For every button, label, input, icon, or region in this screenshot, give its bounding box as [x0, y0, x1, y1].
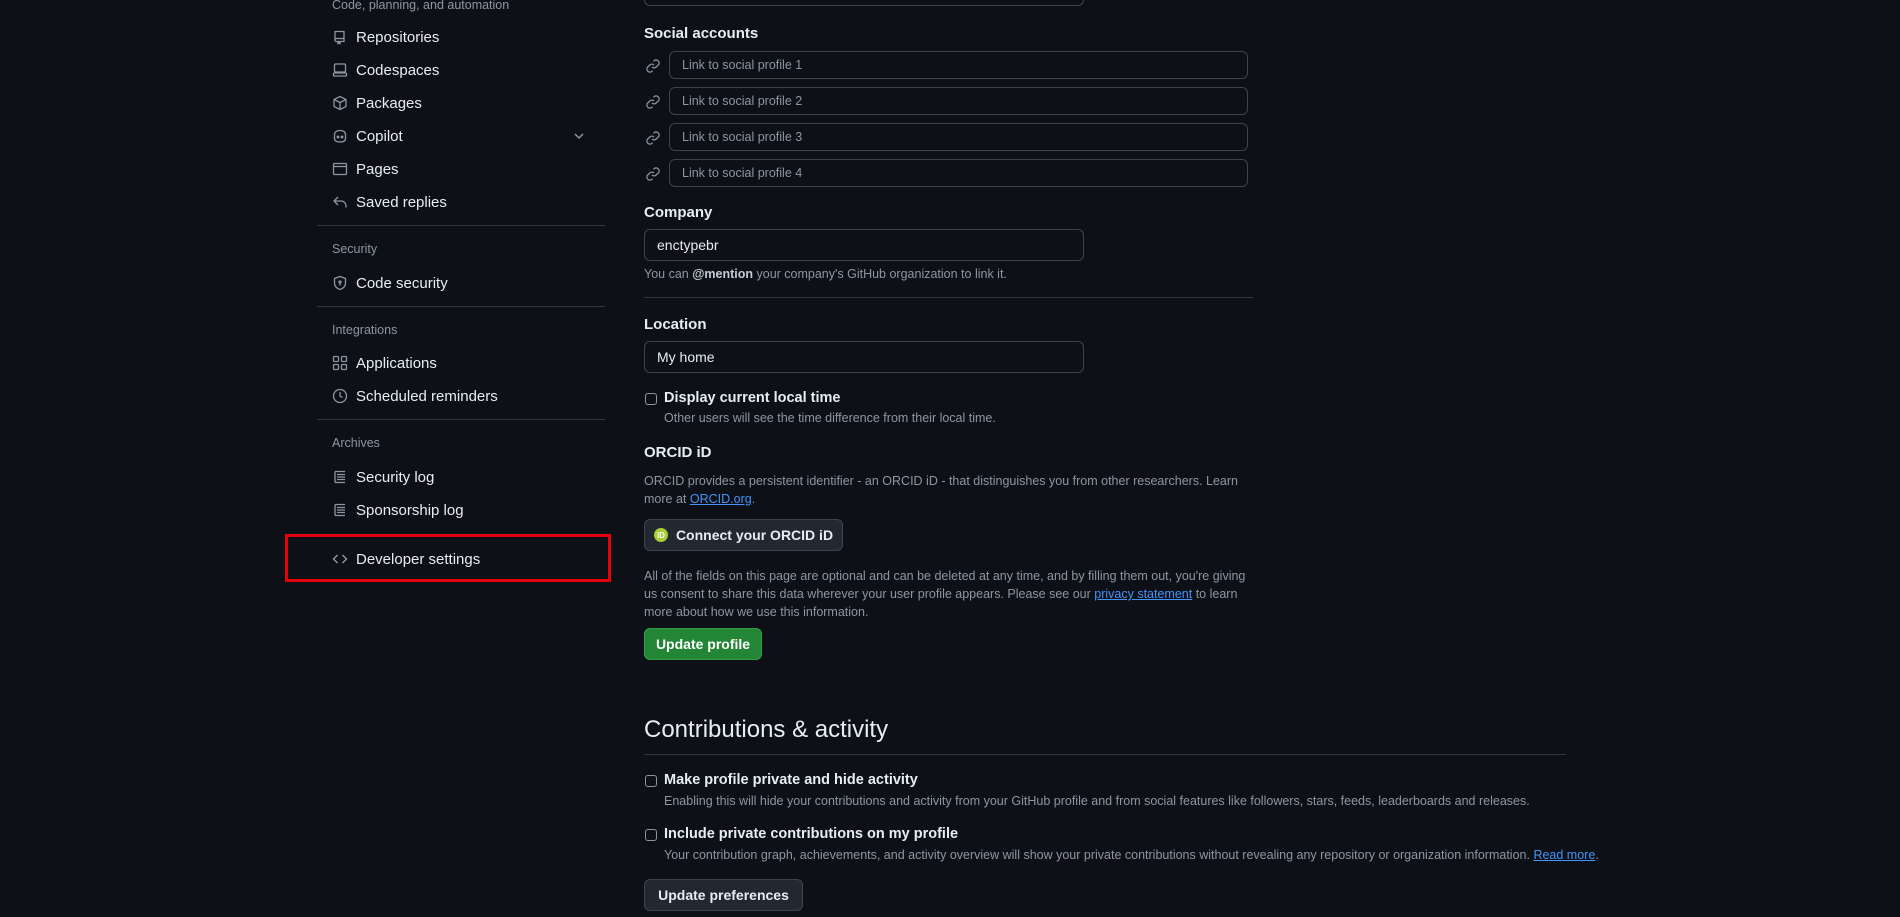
- include-private-label: Include private contributions on my prof…: [664, 826, 959, 842]
- browser-icon: [332, 162, 348, 176]
- company-input[interactable]: [644, 229, 1084, 261]
- clock-icon: [332, 388, 348, 404]
- sidebar-item-label: Pages: [356, 160, 399, 178]
- privacy-statement-link[interactable]: privacy statement: [1094, 587, 1192, 601]
- read-more-link[interactable]: Read more: [1533, 848, 1595, 862]
- sidebar-item-codespaces[interactable]: Codespaces: [317, 55, 605, 85]
- sidebar-item-label: Applications: [356, 354, 437, 372]
- orcid-icon: iD: [653, 528, 668, 542]
- sidebar-item-code-security[interactable]: Code security: [317, 268, 605, 298]
- social-profile-2-input[interactable]: [669, 87, 1248, 115]
- sidebar-divider: [317, 306, 605, 307]
- social-profile-4-input[interactable]: [669, 159, 1248, 187]
- sidebar-item-label: Sponsorship log: [356, 501, 464, 519]
- section-divider: [644, 754, 1566, 755]
- sidebar-item-label: Security log: [356, 468, 435, 486]
- private-profile-checkbox[interactable]: [645, 775, 657, 787]
- sidebar-item-copilot[interactable]: Copilot: [317, 121, 605, 151]
- sidebar-item-repositories[interactable]: Repositories: [317, 22, 605, 52]
- sidebar-item-applications[interactable]: Applications: [317, 348, 605, 378]
- sidebar-item-sponsorship-log[interactable]: Sponsorship log: [317, 495, 605, 525]
- local-time-checkbox[interactable]: [645, 393, 657, 405]
- company-heading: Company: [644, 204, 713, 221]
- local-time-note: Other users will see the time difference…: [664, 411, 996, 425]
- sidebar-group-integrations: Integrations: [332, 323, 398, 337]
- orcid-description: ORCID provides a persistent identifier -…: [644, 472, 1264, 508]
- link-icon: [646, 167, 660, 181]
- include-private-text: Your contribution graph, achievements, a…: [664, 848, 1530, 862]
- connect-orcid-label: Connect your ORCID iD: [675, 527, 834, 543]
- orcid-link[interactable]: ORCID.org: [690, 492, 752, 506]
- shield-icon: [333, 275, 347, 291]
- private-profile-note: Enabling this will hide your contributio…: [664, 794, 1530, 808]
- log-icon: [334, 470, 345, 484]
- location-input[interactable]: [644, 341, 1084, 373]
- company-note: You can @mention your company's GitHub o…: [644, 267, 1007, 281]
- link-icon: [646, 59, 660, 73]
- sidebar-group-archives: Archives: [332, 436, 380, 450]
- chevron-down-icon[interactable]: [572, 129, 586, 143]
- sidebar-item-packages[interactable]: Packages: [317, 88, 605, 118]
- sidebar-item-security-log[interactable]: Security log: [317, 462, 605, 492]
- top-field-partial[interactable]: [644, 0, 1084, 6]
- repo-icon: [334, 30, 345, 45]
- social-profile-1-input[interactable]: [669, 51, 1248, 79]
- sidebar-item-pages[interactable]: Pages: [317, 154, 605, 184]
- link-icon: [646, 95, 660, 109]
- sidebar-item-label: Codespaces: [356, 61, 440, 79]
- include-private-note: Your contribution graph, achievements, a…: [664, 848, 1599, 862]
- sidebar-item-saved-replies[interactable]: Saved replies: [317, 187, 605, 217]
- sidebar-item-label: Code security: [356, 274, 448, 292]
- sidebar-item-label: Repositories: [356, 28, 440, 46]
- package-icon: [333, 95, 347, 111]
- update-profile-button[interactable]: Update profile: [644, 628, 762, 660]
- social-accounts-heading: Social accounts: [644, 25, 759, 42]
- sidebar-item-label: Scheduled reminders: [356, 387, 498, 405]
- company-note-prefix: You can: [644, 267, 693, 281]
- sidebar-divider: [317, 419, 605, 420]
- link-icon: [646, 131, 660, 145]
- include-private-checkbox[interactable]: [645, 829, 657, 841]
- social-profile-3-input[interactable]: [669, 123, 1248, 151]
- company-note-suffix: your company's GitHub organization to li…: [753, 267, 1007, 281]
- sidebar-item-label: Packages: [356, 94, 422, 112]
- update-preferences-button[interactable]: Update preferences: [644, 879, 803, 911]
- location-heading: Location: [644, 316, 707, 333]
- apps-icon: [332, 355, 348, 371]
- reply-icon: [333, 196, 347, 208]
- private-profile-label: Make profile private and hide activity: [664, 772, 918, 788]
- sidebar-group-security: Security: [332, 242, 378, 256]
- orcid-period: .: [751, 492, 756, 506]
- section-divider: [644, 297, 1253, 298]
- local-time-label: Display current local time: [664, 390, 841, 406]
- include-period: .: [1595, 848, 1599, 862]
- orcid-heading: ORCID iD: [644, 444, 712, 461]
- sidebar-item-label: Saved replies: [356, 193, 447, 211]
- sidebar-group-code-planning: Code, planning, and automation: [332, 0, 510, 12]
- codespaces-icon: [332, 63, 348, 77]
- sidebar-item-label: Copilot: [356, 127, 403, 145]
- highlight-box: [285, 534, 611, 582]
- sidebar-divider: [317, 225, 605, 226]
- mention-text: @mention: [692, 267, 754, 281]
- privacy-notice: All of the fields on this page are optio…: [644, 567, 1254, 621]
- copilot-icon: [333, 129, 347, 143]
- connect-orcid-button[interactable]: iD Connect your ORCID iD: [644, 519, 843, 551]
- sidebar-item-scheduled-reminders[interactable]: Scheduled reminders: [317, 381, 605, 411]
- contributions-heading: Contributions & activity: [644, 716, 889, 743]
- log-icon: [334, 503, 345, 517]
